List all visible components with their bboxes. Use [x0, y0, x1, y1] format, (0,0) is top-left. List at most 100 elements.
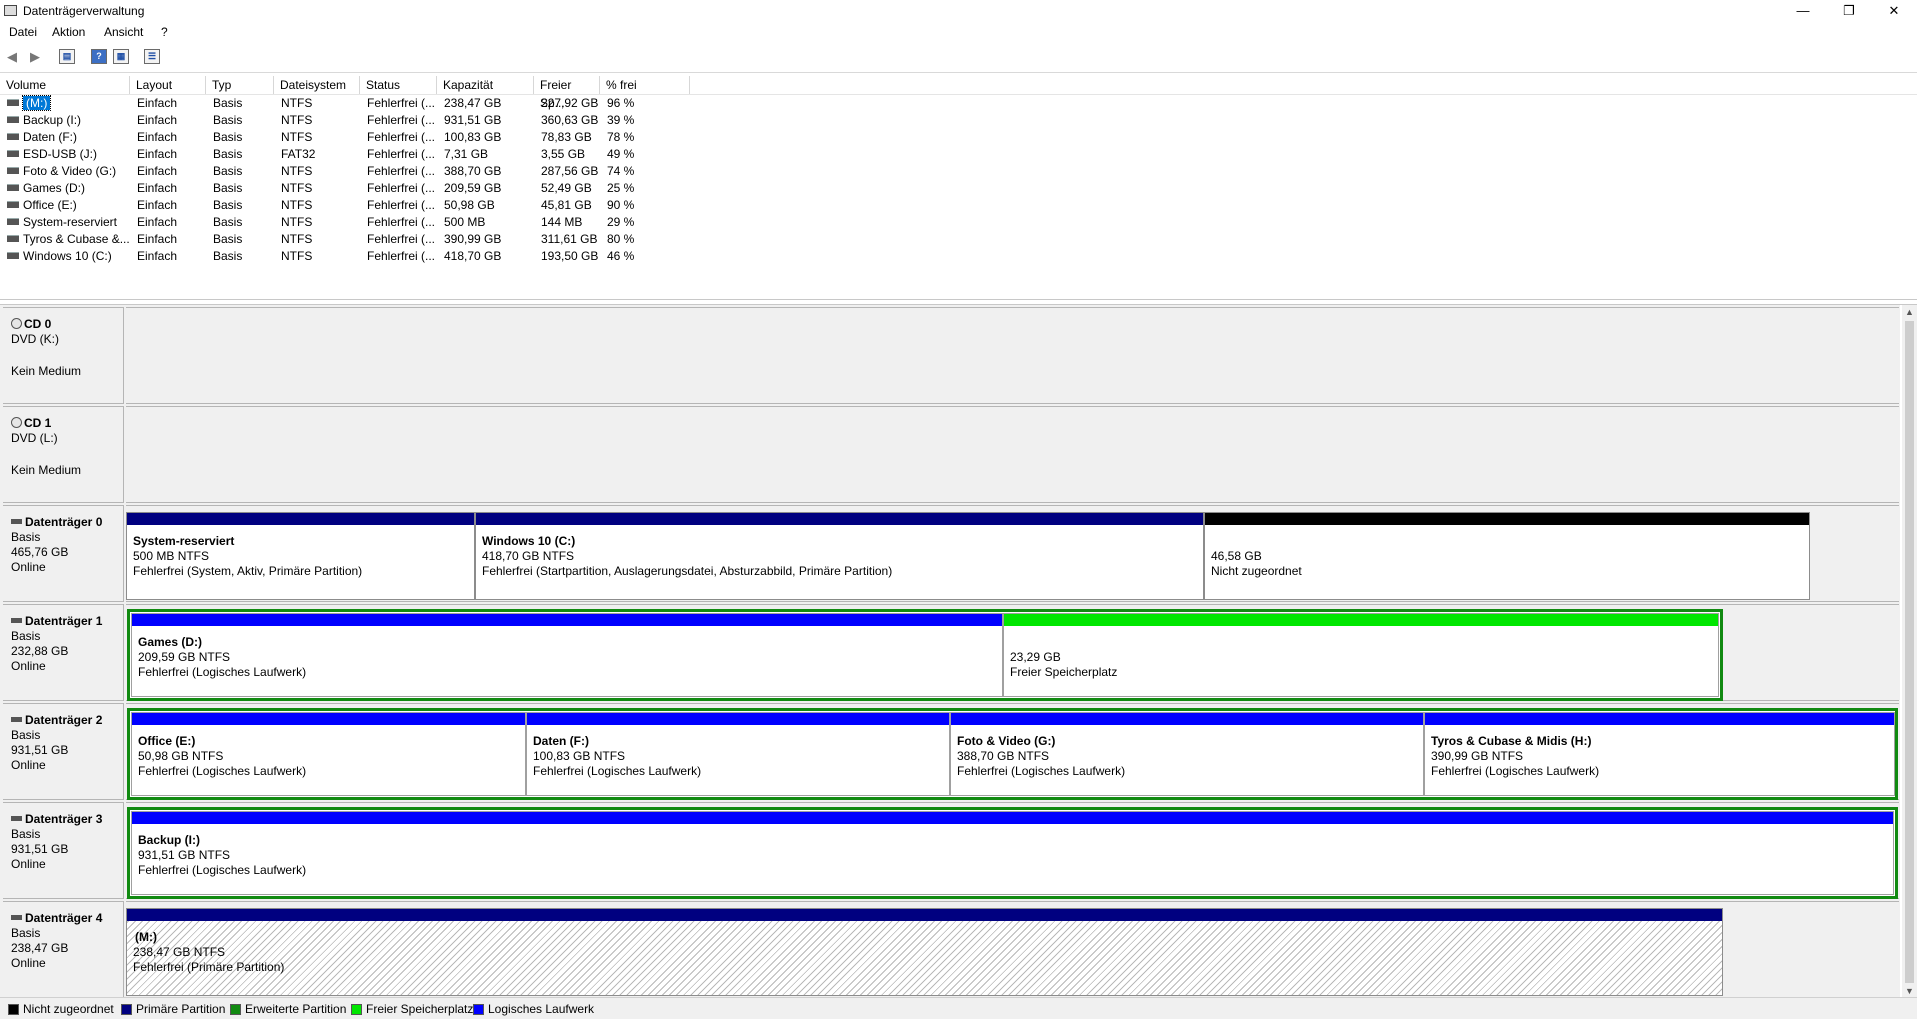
partition-free-space[interactable]: 23,29 GB Freier Speicherplatz [1003, 613, 1719, 697]
cell-prozent-frei: 78 % [607, 130, 635, 144]
disk-row-cd1: CD 1 DVD (L:) Kein Medium [0, 406, 1900, 505]
legend-swatch [230, 1004, 241, 1015]
legend-swatch [8, 1004, 19, 1015]
table-row[interactable]: Games (D:) Einfach Basis NTFS Fehlerfrei (..… [0, 180, 1917, 197]
column-prozent-frei[interactable]: % frei [600, 76, 690, 94]
disk-graph-view: CD 0 DVD (K:) Kein Medium CD 1 DVD (L:) … [0, 305, 1900, 1000]
cell-prozent-frei: 25 % [607, 181, 635, 195]
volume-icon [7, 99, 19, 106]
volume-name: Windows 10 (C:) [23, 249, 112, 263]
table-row[interactable]: ESD-USB (J:) Einfach Basis FAT32 Fehlerfrei … [0, 146, 1917, 163]
details-icon[interactable]: ☰ [144, 49, 160, 64]
cell-status: Fehlerfrei (... [367, 113, 436, 127]
graph-vertical-scrollbar[interactable]: ▲ ▼ [1902, 305, 1917, 1000]
menu-datei[interactable]: Datei [9, 25, 37, 39]
hard-disk-icon [11, 519, 22, 524]
cell-layout: Einfach [137, 147, 178, 161]
partition-backup[interactable]: Backup (I:) 931,51 GB NTFS Fehlerfrei (L… [131, 811, 1894, 895]
scroll-down-icon[interactable]: ▼ [1905, 986, 1914, 996]
cell-typ: Basis [213, 181, 243, 195]
table-row[interactable]: (M:) Einfach Basis NTFS Fehlerfrei (... 238,4… [0, 95, 1917, 112]
partition-games[interactable]: Games (D:) 209,59 GB NTFS Fehlerfrei (Lo… [131, 613, 1003, 697]
disk-row-cd0: CD 0 DVD (K:) Kein Medium [0, 307, 1900, 406]
partition-unallocated[interactable]: 46,58 GB Nicht zugeordnet [1204, 512, 1810, 600]
table-row[interactable]: Daten (F:) Einfach Basis NTFS Fehlerfrei (..… [0, 129, 1917, 146]
table-row[interactable]: System-reserviert Einfach Basis NTFS Fehlerf… [0, 214, 1917, 231]
disk-type: DVD (L:) [11, 431, 58, 445]
volume-name: System-reserviert [23, 215, 118, 229]
partition-daten[interactable]: Daten (F:) 100,83 GB NTFS Fehlerfrei (Lo… [526, 712, 950, 796]
disk-size: 232,88 GB [11, 644, 69, 658]
cell-layout: Einfach [137, 249, 178, 263]
partition-title: System-reserviert [133, 534, 235, 548]
disk-area-2: Office (E:) 50,98 GB NTFS Fehlerfrei (Lo… [126, 703, 1899, 800]
column-status[interactable]: Status [360, 76, 437, 94]
minimize-button[interactable]: — [1780, 0, 1826, 22]
cell-freier-speicher: 193,50 GB [541, 249, 599, 263]
partition-bar-primary [127, 909, 1722, 921]
cell-kapazitaet: 931,51 GB [444, 113, 502, 127]
disk-status: Online [11, 659, 46, 673]
close-button[interactable]: ✕ [1871, 0, 1917, 22]
column-layout[interactable]: Layout [130, 76, 206, 94]
table-row[interactable]: Office (E:) Einfach Basis NTFS Fehlerfrei (.… [0, 197, 1917, 214]
table-row[interactable]: Windows 10 (C:) Einfach Basis NTFS Fehlerfre… [0, 248, 1917, 265]
cell-prozent-frei: 74 % [607, 164, 635, 178]
title-bar: Datenträgerverwaltung — ❐ ✕ [0, 0, 1917, 22]
disk-row-1: Datenträger 1 Basis 232,88 GB Online Gam… [0, 604, 1900, 703]
disk-size: 931,51 GB [11, 743, 69, 757]
disk-label-cd1[interactable]: CD 1 DVD (L:) Kein Medium [3, 406, 124, 503]
legend-label: Erweiterte Partition [245, 1002, 347, 1016]
restore-button[interactable]: ❐ [1826, 0, 1872, 22]
forward-icon[interactable]: ▶ [27, 49, 43, 64]
disk-label-1[interactable]: Datenträger 1 Basis 232,88 GB Online [3, 604, 124, 701]
column-freier-speicher[interactable]: Freier Sp... [534, 76, 600, 110]
table-row[interactable]: Tyros & Cubase &... Einfach Basis NTFS Fehle… [0, 231, 1917, 248]
cell-freier-speicher: 3,55 GB [541, 147, 586, 161]
partition-title: (M:) [135, 930, 157, 944]
disk-status: Online [11, 758, 46, 772]
partition-office[interactable]: Office (E:) 50,98 GB NTFS Fehlerfrei (Lo… [131, 712, 526, 796]
cell-prozent-frei: 29 % [607, 215, 635, 229]
partition-system-reserviert[interactable]: System-reserviert 500 MB NTFS Fehlerfrei… [126, 512, 475, 600]
window-title: Datenträgerverwaltung [23, 4, 145, 18]
table-row[interactable]: Backup (I:) Einfach Basis NTFS Fehlerfrei (.… [0, 112, 1917, 129]
disk-label-cd0[interactable]: CD 0 DVD (K:) Kein Medium [3, 307, 124, 404]
column-dateisystem[interactable]: Dateisystem [274, 76, 360, 94]
partition-bar-logical [951, 713, 1423, 725]
list-view-icon[interactable]: ▤ [59, 49, 75, 64]
column-typ[interactable]: Typ [206, 76, 274, 94]
partition-status: Freier Speicherplatz [1010, 665, 1118, 679]
properties-icon[interactable]: ▦ [113, 49, 129, 64]
column-kapazitaet[interactable]: Kapazität [437, 76, 534, 94]
partition-size: 209,59 GB NTFS [138, 650, 231, 664]
cell-kapazitaet: 238,47 GB [444, 96, 502, 110]
disk-area-cd1 [126, 406, 1899, 503]
scroll-thumb[interactable] [1905, 321, 1914, 983]
cell-kapazitaet: 500 MB [444, 215, 486, 229]
menu-aktion[interactable]: Aktion [52, 25, 85, 39]
partition-m-selected[interactable]: (M:) 238,47 GB NTFS Fehlerfrei (Primäre … [126, 908, 1723, 996]
help-icon[interactable]: ? [91, 49, 107, 64]
disk-status: Online [11, 956, 46, 970]
back-icon[interactable]: ◀ [4, 49, 20, 64]
cell-typ: Basis [213, 164, 243, 178]
scroll-up-icon[interactable]: ▲ [1905, 307, 1914, 317]
disk-label-2[interactable]: Datenträger 2 Basis 931,51 GB Online [3, 703, 124, 800]
table-row[interactable]: Foto & Video (G:) Einfach Basis NTFS Fehlerf… [0, 163, 1917, 180]
partition-status: Fehlerfrei (Logisches Laufwerk) [138, 665, 307, 679]
menu-ansicht[interactable]: Ansicht [104, 25, 143, 39]
disk-label-0[interactable]: Datenträger 0 Basis 465,76 GB Online [3, 505, 124, 602]
column-volume[interactable]: Volume [0, 76, 130, 94]
menu-help[interactable]: ? [161, 25, 168, 39]
volume-name: Daten (F:) [23, 130, 78, 144]
disk-status: Kein Medium [11, 463, 82, 477]
disk-label-3[interactable]: Datenträger 3 Basis 931,51 GB Online [3, 802, 124, 899]
cell-prozent-frei: 80 % [607, 232, 635, 246]
partition-tyros-cubase[interactable]: Tyros & Cubase & Midis (H:) 390,99 GB NT… [1424, 712, 1895, 796]
legend-label: Primäre Partition [136, 1002, 226, 1016]
partition-foto-video[interactable]: Foto & Video (G:) 388,70 GB NTFS Fehlerf… [950, 712, 1424, 796]
disk-label-4[interactable]: Datenträger 4 Basis 238,47 GB Online [3, 901, 124, 998]
partition-windows-10[interactable]: Windows 10 (C:) 418,70 GB NTFS Fehlerfre… [475, 512, 1204, 600]
disk-name: Datenträger 0 [11, 515, 102, 529]
